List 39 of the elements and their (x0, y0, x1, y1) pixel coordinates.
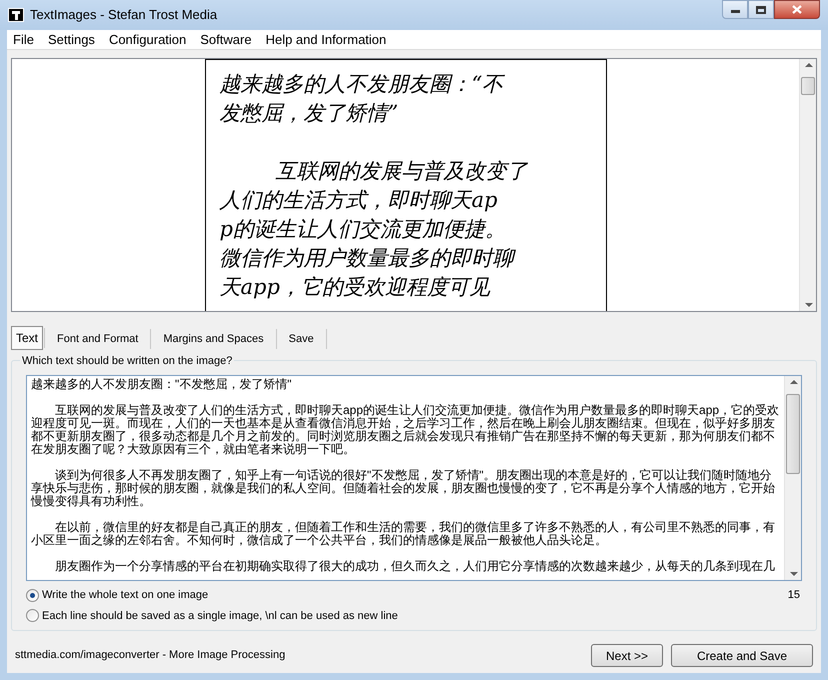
tab[interactable]: Font and Format (46, 328, 150, 350)
preview-text-line: p的诞生让人们交流更加便捷。 (220, 216, 506, 243)
radio-option[interactable]: Each line should be saved as a single image, \nl can be used as new line (26, 608, 398, 624)
preview-text-line: 越来越多的人不发朋友圈：“不 (220, 71, 504, 98)
minimize-button[interactable] (722, 0, 748, 19)
menu-item[interactable]: File (13, 30, 34, 50)
tab[interactable]: Text (11, 326, 44, 350)
scrollbar[interactable] (784, 376, 801, 580)
text-paragraph: 朋友圈作为一个分享情感的平台在初期确实取得了很大的成功，但久而久之，人们用它分享情感的次数越来越少，从每天的几条到现在几 (54, 560, 776, 573)
menu-item[interactable]: Software (200, 30, 252, 50)
radio-option[interactable]: Write the whole text on one image (26, 587, 398, 604)
radio-button[interactable] (26, 588, 39, 602)
action-button[interactable]: Create and Save (671, 644, 813, 667)
tab[interactable]: Save (278, 328, 325, 350)
action-button[interactable]: Next >> (591, 644, 663, 667)
close-button[interactable] (774, 0, 820, 19)
preview-text-line: 发憋屈，发了矫情” (220, 100, 398, 127)
scrollbar[interactable] (799, 59, 816, 311)
text-paragraph: 越来越多的人不发朋友圈："不发憋屈，发了矫情" (31, 378, 293, 391)
preview-text-line: 人们的生活方式，即时聊天ap (220, 187, 498, 214)
preview-text-line: 互联网的发展与普及改变了 (274, 158, 528, 185)
character-count: 15 (788, 588, 800, 603)
close-icon (792, 5, 802, 14)
maximize-button[interactable] (748, 0, 774, 19)
radio-button[interactable] (26, 609, 39, 622)
menu-item[interactable]: Configuration (108, 30, 186, 50)
text-paragraph: 谈到为何很多人不再发朋友圈了，知乎上有一句话说的很好"不发憋屈，发了矫情"。朋友圈出现的本意是好的，它可以让我们随时随地分享快乐与悲伤，那时候的朋友圈，就像是我们的私人空间。但随着社会的发展，朋友圈也慢慢的变了，它不再是分享个人情感的地方，它开始慢慢变得具有功利性。 (31, 469, 776, 508)
status-text: sttmedia.com/imageconverter - More Image Processing (15, 648, 286, 664)
preview-text-line: 天app，它的受欢迎程度可见 (220, 274, 490, 301)
preview-text-line: 微信作为用户数量最多的即时聊 (220, 244, 514, 273)
text-input-area[interactable] (26, 375, 802, 581)
text-paragraph: 在以前，微信里的好友都是自己真正的朋友，但随着工作和生活的需要，我们的微信里多了许多不熟悉的人，有公司里不熟悉的同事，有小区里一面之缘的左邻右舍。不知何时，微信成了一个公共平台，我们的情感像是展品一般被他人品头论足。 (31, 521, 776, 547)
window-title: TextImages - Stefan Trost Media (30, 6, 218, 24)
text-paragraph: 互联网的发展与普及改变了人们的生活方式，即时聊天app的诞生让人们交流更加便捷。微信作为用户数量最多的即时聊天app，它的受欢迎程度可见一斑。而现在，人们的一天也基本是从查看微信消息开始，之后学习工作，然后在晚上刷会儿朋友圈结束。但现在，似乎好多朋友都不更新朋友圈了，很多动态都是几个月之前发的。同时浏览朋友圈之后就会发现只有推销广告在那坚持不懈的每天更新，那为何朋友们都不在发朋友圈了呢？大致原因有三个，就由笔者来说明一下吧。 (31, 404, 780, 456)
app-icon (8, 8, 24, 22)
menu-item[interactable]: Settings (48, 30, 95, 50)
menu-item[interactable]: Help and Information (266, 30, 386, 50)
group-title: Which text should be written on the image? (20, 353, 234, 370)
tab[interactable]: Margins and Spaces (152, 328, 275, 350)
